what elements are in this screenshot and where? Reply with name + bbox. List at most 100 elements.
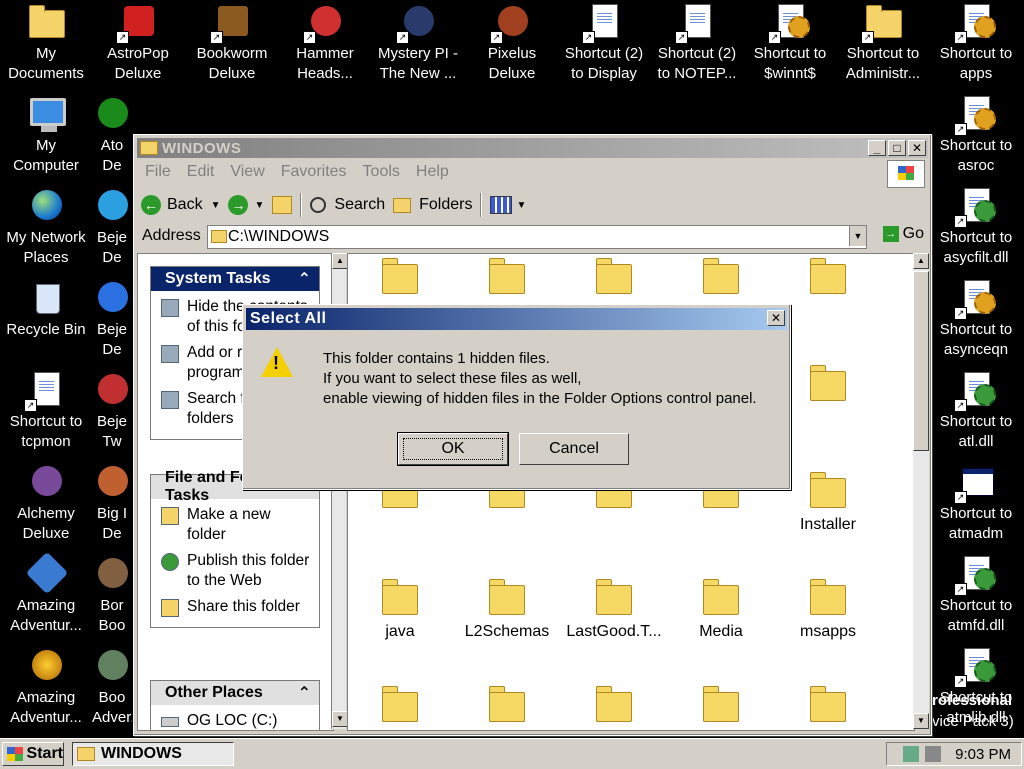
desktop-icon-partial-big[interactable]: Big I De	[92, 462, 132, 544]
forward-button[interactable]: → ▼	[224, 195, 268, 215]
desktop-icon-my-documents[interactable]: My Documents	[0, 2, 92, 84]
dialog-titlebar[interactable]: Select All ✕	[246, 308, 787, 330]
menu-view[interactable]: View	[222, 163, 272, 181]
folder-item[interactable]: java	[350, 579, 450, 641]
folder-item[interactable]	[564, 258, 664, 302]
scroll-thumb[interactable]	[913, 271, 929, 451]
network-tray-icon[interactable]	[903, 746, 920, 762]
select-all-dialog[interactable]: Select All ✕ ! This folder contains 1 hi…	[242, 304, 791, 490]
desktop-icon-partial-bejeweled-twist[interactable]: Beje Tw	[92, 370, 132, 452]
folders-button[interactable]: Folders	[389, 196, 476, 214]
folder-icon	[701, 258, 741, 294]
other-places-header[interactable]: Other Places ⌃	[151, 681, 319, 705]
collapse-icon[interactable]: ⌃	[298, 269, 311, 289]
folder-icon	[701, 686, 741, 722]
desktop-icon-shortcut-atmadm[interactable]: ↗ Shortcut to atmadm	[930, 462, 1022, 544]
desktop-icon-partial-boo[interactable]: Boo Adver...	[92, 646, 132, 728]
system-tasks-header[interactable]: System Tasks ⌃	[151, 267, 319, 291]
maximize-button[interactable]: □	[888, 140, 906, 156]
character-icon: ↗	[490, 2, 532, 44]
desktop-icon-hammer-heads[interactable]: ↗ Hammer Heads...	[279, 2, 371, 84]
folder-item[interactable]	[671, 258, 771, 302]
desktop-icon-shortcut-apps[interactable]: ↗ Shortcut to apps	[930, 2, 1022, 84]
dialog-close-button[interactable]: ✕	[767, 310, 785, 326]
views-button[interactable]: ▼	[486, 196, 530, 214]
folder-item[interactable]	[350, 686, 450, 730]
desktop-icon-astropop[interactable]: ↗ AstroPop Deluxe	[92, 2, 184, 84]
folder-item[interactable]	[778, 258, 878, 302]
address-input[interactable]: C:\WINDOWS ▼	[207, 225, 867, 249]
folder-item[interactable]: L2Schemas	[457, 579, 557, 641]
scroll-up-button[interactable]: ▲	[913, 253, 929, 269]
volume-tray-icon[interactable]	[925, 746, 942, 762]
desktop-icon-shortcut-notepad[interactable]: ↗ Shortcut (2) to NOTEP...	[651, 2, 743, 84]
search-button[interactable]: Search	[306, 196, 389, 214]
menu-favorites[interactable]: Favorites	[273, 163, 355, 181]
address-dropdown-button[interactable]: ▼	[849, 226, 866, 246]
desktop-icon-amazing-adventures-2[interactable]: Amazing Adventur...	[0, 646, 92, 728]
desktop-icon-shortcut-atl[interactable]: ↗ Shortcut to atl.dll	[930, 370, 1022, 452]
back-button[interactable]: ← Back ▼	[137, 195, 224, 215]
desktop-icon-shortcut-asroc[interactable]: ↗ Shortcut to asroc	[930, 94, 1022, 176]
folder-item[interactable]: Installer	[778, 472, 878, 534]
explorer-titlebar[interactable]: WINDOWS _ □ ✕	[137, 138, 928, 158]
desktop-icon-pixelus[interactable]: ↗ Pixelus Deluxe	[466, 2, 558, 84]
folder-item[interactable]	[457, 258, 557, 302]
folder-item[interactable]: LastGood.T...	[564, 579, 664, 641]
task-share-folder[interactable]: Share this folder	[161, 597, 311, 617]
folder-item[interactable]	[671, 686, 771, 730]
desktop-icon-partial-atomaders[interactable]: Ato De	[92, 94, 132, 176]
scroll-up-button[interactable]: ▲	[332, 253, 348, 269]
desktop-icon-shortcut-display[interactable]: ↗ Shortcut (2) to Display	[558, 2, 650, 84]
folder-item[interactable]	[564, 686, 664, 730]
desktop-icon-bookworm[interactable]: ↗ Bookworm Deluxe	[186, 2, 278, 84]
gem-icon	[92, 186, 132, 226]
minimize-button[interactable]: _	[868, 140, 886, 156]
folder-item[interactable]: Media	[671, 579, 771, 641]
ok-button[interactable]: OK	[397, 432, 509, 466]
folder-item[interactable]	[350, 258, 450, 302]
folder-label: msapps	[799, 623, 857, 640]
desktop-icon-recycle-bin[interactable]: Recycle Bin	[0, 278, 92, 340]
cancel-button[interactable]: Cancel	[519, 433, 629, 465]
scroll-down-button[interactable]: ▼	[913, 713, 929, 729]
up-folder-button[interactable]	[268, 196, 296, 214]
desktop-icon-my-computer[interactable]: My Computer	[0, 94, 92, 176]
task-make-new-folder[interactable]: Make a new folder	[161, 505, 311, 545]
clock[interactable]: 9:03 PM	[955, 746, 1011, 763]
desktop-icon-alchemy-deluxe[interactable]: Alchemy Deluxe	[0, 462, 92, 544]
menu-tools[interactable]: Tools	[355, 163, 408, 181]
desktop-icon-partial-bor[interactable]: Bor Boo	[92, 554, 132, 636]
folder-item[interactable]	[778, 686, 878, 730]
scroll-down-button[interactable]: ▼	[332, 711, 348, 727]
desktop-icon-mystery-pi[interactable]: ↗ Mystery PI - The New ...	[372, 2, 464, 84]
new-folder-icon	[161, 507, 179, 525]
place-c-drive[interactable]: OG LOC (C:)	[161, 711, 311, 730]
start-button[interactable]: Start	[2, 742, 64, 766]
close-button[interactable]: ✕	[908, 140, 926, 156]
desktop-icon-shortcut-administrative[interactable]: ↗ Shortcut to Administr...	[837, 2, 929, 84]
menu-help[interactable]: Help	[408, 163, 457, 181]
folder-icon	[140, 141, 158, 155]
overlay-text-professional: rofessional	[932, 692, 1013, 709]
desktop-icon-partial-bejeweled-2[interactable]: Beje De	[92, 278, 132, 360]
folder-item[interactable]: msapps	[778, 579, 878, 641]
desktop-icon-amazing-adventures-1[interactable]: Amazing Adventur...	[0, 551, 92, 636]
desktop-icon-shortcut-winnt[interactable]: ↗ Shortcut to $winnt$	[744, 2, 836, 84]
go-button[interactable]: → Go	[882, 225, 924, 243]
file-view-scrollbar[interactable]: ▲ ▼	[913, 253, 929, 729]
desktop-icon-shortcut-asynceqn[interactable]: ↗ Shortcut to asynceqn	[930, 278, 1022, 360]
menu-edit[interactable]: Edit	[179, 163, 223, 181]
collapse-icon[interactable]: ⌃	[298, 683, 311, 703]
desktop-icon-tcpmon[interactable]: ↗ Shortcut to tcpmon	[0, 370, 92, 452]
desktop-icon-my-network-places[interactable]: My Network Places	[0, 186, 92, 268]
folder-item[interactable]	[778, 365, 878, 409]
desktop-icon-partial-bejeweled-1[interactable]: Beje De	[92, 186, 132, 268]
folder-item[interactable]	[457, 686, 557, 730]
menu-file[interactable]: File	[137, 163, 179, 181]
taskbar-button-windows[interactable]: WINDOWS	[72, 742, 234, 766]
desktop-icon-shortcut-asycfilt[interactable]: ↗ Shortcut to asycfilt.dll	[930, 186, 1022, 268]
task-publish-web[interactable]: Publish this folder to the Web	[161, 551, 311, 591]
desktop-icon-shortcut-atmfd[interactable]: ↗ Shortcut to atmfd.dll	[930, 554, 1022, 636]
back-arrow-icon: ←	[141, 195, 161, 215]
